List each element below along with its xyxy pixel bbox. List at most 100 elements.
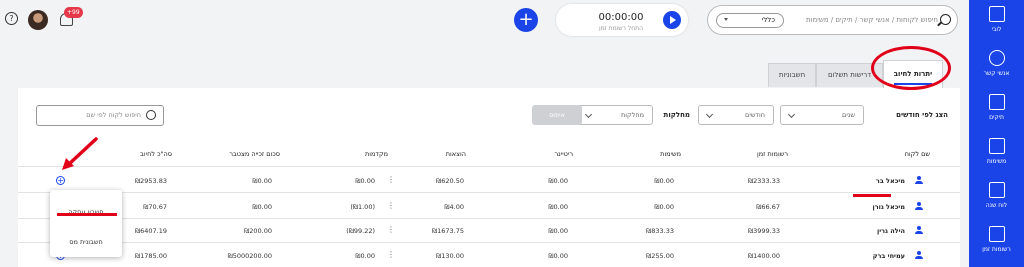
advances-value: ₪0.00 [355, 177, 375, 185]
timer-subtitle: התחל רשומת זמן [598, 25, 644, 32]
total-value: ₪2953.83 [135, 177, 167, 185]
chevron-down-icon [787, 110, 796, 119]
row-divider [18, 242, 960, 243]
column-header[interactable]: שם לקוח [905, 150, 930, 158]
years-select[interactable]: שנים [780, 105, 864, 125]
time-entries-value: ₪2333.33 [748, 177, 780, 185]
user-icon [915, 226, 923, 234]
win-amount-value: ₪0.00 [252, 203, 272, 211]
billing-options-popup: חשבון עסקה חשבונית מס [50, 190, 122, 257]
customer-name[interactable]: עמיחי ברק [873, 252, 905, 260]
total-value: ₪1785.00 [135, 252, 167, 260]
chevron-down-icon [724, 18, 728, 21]
time-entries-value: ₪1400.00 [748, 252, 780, 260]
sidebar-item-time-entries[interactable]: רשומות זמן [969, 220, 1024, 264]
retainer-value: ₪0.00 [548, 227, 568, 235]
global-search[interactable]: כללי חיפוש לקוחות / אנשי קשר / תיקים / מ… [707, 5, 958, 35]
advances-value: ₪0.00 [355, 252, 375, 260]
sidebar-item-label: משימות [986, 158, 1007, 165]
search-icon [146, 110, 156, 120]
customer-search-input[interactable]: חיפוש לקוח לפי שם [36, 105, 164, 126]
time-entries-value: ₪3999.33 [748, 227, 780, 235]
total-value: ₪6407.19 [135, 227, 167, 235]
expenses-value: ₪4.00 [444, 203, 464, 211]
annotation-underline [853, 194, 891, 197]
win-amount-value: ₪5000200.00 [227, 252, 272, 260]
header-divider [18, 166, 960, 167]
years-value: שנים [842, 111, 855, 119]
tasks-value: ₪833.33 [646, 227, 674, 235]
sidebar-item-label: לוח שנה [985, 202, 1008, 209]
reset-button[interactable]: איפוס [532, 105, 582, 125]
timer-widget[interactable]: 00:00:00 התחל רשומת זמן [556, 4, 688, 36]
user-icon [915, 202, 923, 210]
sidebar-item-label: לובי [991, 26, 1002, 33]
filter-label: הצג לפי חודשים [896, 111, 948, 119]
play-icon[interactable] [663, 11, 681, 29]
column-header[interactable]: סכום זכייה מצטבר [229, 150, 280, 158]
search-scope-value: כללי [761, 16, 775, 24]
menu-item-tax-invoice[interactable]: חשבונית מס [50, 238, 122, 246]
annotation-arrow-icon [62, 137, 98, 170]
tasks-value: ₪0.00 [654, 177, 674, 185]
expenses-value: ₪130.00 [436, 252, 464, 260]
advances-value: (₪99.22) [346, 227, 375, 235]
chevron-down-icon [705, 110, 714, 119]
sidebar-item-cases[interactable]: תיקים [969, 88, 1024, 132]
time-entries-value: ₪66.67 [756, 203, 780, 211]
folder-icon [988, 94, 1005, 110]
column-header[interactable]: ריטיינר [554, 150, 573, 158]
annotation-ellipse [871, 46, 951, 90]
column-header[interactable]: מקדמות [365, 150, 388, 158]
more-options-icon[interactable]: ⋮ [387, 226, 395, 234]
customer-name[interactable]: מיכאל גורן [872, 203, 905, 211]
column-header[interactable]: רשומות זמן [757, 150, 788, 158]
tab-invoices[interactable]: חשבוניות [768, 63, 816, 87]
customer-search-placeholder: חיפוש לקוח לפי שם [86, 111, 141, 119]
tasks-value: ₪0.00 [654, 203, 674, 211]
departments-select[interactable]: מחלקות [577, 105, 653, 125]
tasks-value: ₪255.00 [646, 252, 674, 260]
more-options-icon[interactable]: ⋮ [387, 202, 395, 210]
search-scope-select[interactable]: כללי [716, 13, 784, 28]
column-header[interactable]: משימות [660, 150, 681, 158]
more-options-icon[interactable]: ⋮ [387, 251, 395, 259]
search-icon[interactable] [940, 14, 951, 25]
column-header[interactable]: סה"כ לחיוב [140, 150, 172, 158]
expenses-value: ₪620.50 [436, 177, 464, 185]
dashboard-icon [988, 6, 1005, 22]
row-divider [18, 218, 960, 219]
column-header[interactable]: הוצאות [446, 150, 466, 158]
customer-name[interactable]: מיכאל בר [876, 177, 905, 185]
balances-panel: הצג לפי חודשים שנים חודשים מחלקות מחלקות… [18, 88, 960, 267]
help-icon[interactable]: ? [5, 12, 18, 25]
months-select[interactable]: חודשים [698, 105, 774, 125]
total-value: ₪70.67 [143, 203, 167, 211]
main-sidebar: לובי אנשי קשר תיקים משימות לוח שנה רשומו… [969, 0, 1024, 267]
sidebar-item-contacts[interactable]: אנשי קשר [969, 44, 1024, 88]
sidebar-item-label: רשומות זמן [982, 246, 1011, 253]
sidebar-item-lobby[interactable]: לובי [969, 0, 1024, 44]
calendar-icon [988, 182, 1005, 198]
add-circle-icon[interactable]: + [56, 176, 65, 185]
top-bar: ? +99 + 00:00:00 התחל רשומת זמן כללי חיפ… [0, 0, 969, 40]
user-icon [915, 176, 923, 184]
departments-label: מחלקות [663, 111, 690, 119]
customer-name[interactable]: הילה גרין [877, 227, 905, 235]
search-input[interactable]: חיפוש לקוחות / אנשי קשר / תיקים / משימות [790, 16, 938, 24]
more-options-icon[interactable]: ⋮ [387, 176, 395, 184]
months-value: חודשים [745, 111, 765, 119]
tasks-icon [988, 138, 1005, 154]
notification-badge: +99 [64, 7, 83, 18]
chevron-down-icon [584, 110, 593, 119]
user-icon [915, 251, 923, 259]
sidebar-item-tasks[interactable]: משימות [969, 132, 1024, 176]
sidebar-item-calendar[interactable]: לוח שנה [969, 176, 1024, 220]
retainer-value: ₪0.00 [548, 177, 568, 185]
departments-value: מחלקות [620, 111, 644, 119]
retainer-value: ₪0.00 [548, 252, 568, 260]
win-amount-value: ₪0.00 [252, 177, 272, 185]
sidebar-item-label: אנשי קשר [983, 70, 1010, 77]
avatar[interactable] [28, 10, 48, 30]
add-button[interactable]: + [514, 8, 538, 32]
